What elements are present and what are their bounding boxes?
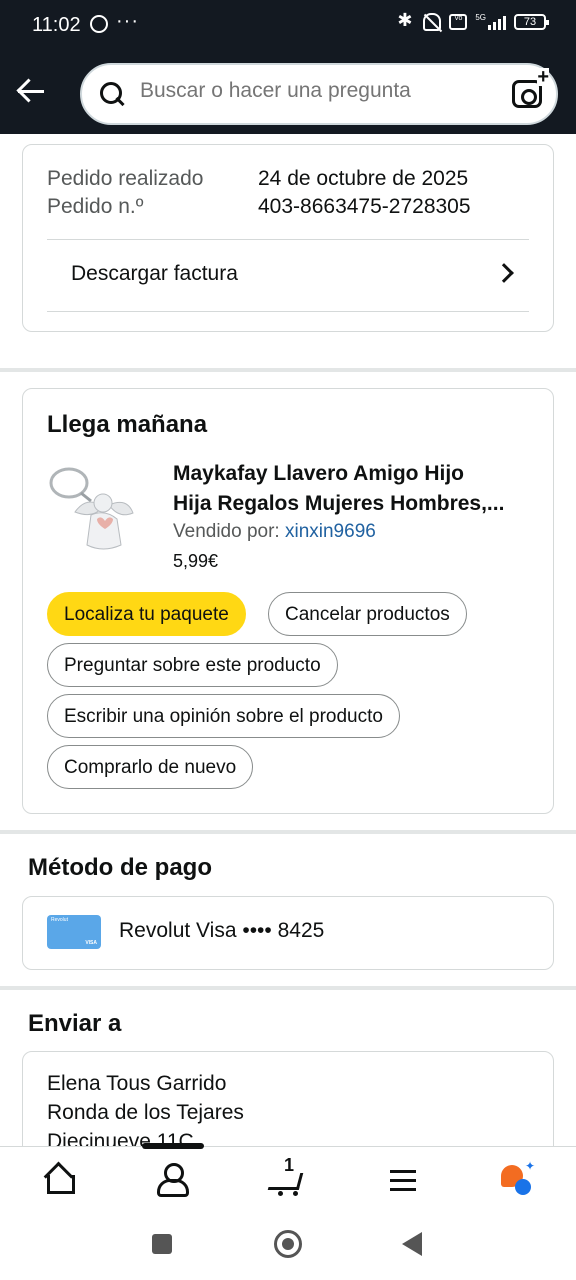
signal-icon: 5G [475, 14, 506, 30]
bottom-navigation: 1 ✦ [0, 1143, 576, 1210]
section-divider [0, 986, 576, 990]
order-number-value: 403-8663475-2728305 [258, 195, 471, 218]
volte-icon: Vo [449, 14, 468, 30]
status-time: 11:02 [32, 14, 81, 36]
write-review-button[interactable]: Escribir una opinión sobre el producto [47, 694, 400, 738]
product-title-line-1: Maykafay Llavero Amigo Hijo [173, 462, 464, 485]
network-type: 5G [475, 13, 486, 22]
seller-label: Vendido por: [173, 521, 280, 542]
delivery-title: Llega mañana [47, 411, 208, 438]
buy-again-button[interactable]: Comprarlo de nuevo [47, 745, 254, 789]
section-divider [0, 830, 576, 834]
order-placed-label: Pedido realizado [47, 167, 204, 190]
home-icon[interactable] [40, 1161, 80, 1201]
track-package-button[interactable]: Localiza tu paquete [47, 592, 246, 636]
payment-method-card: Revolut Visa •••• 8425 [22, 896, 554, 970]
section-divider [0, 368, 576, 372]
address-line: Ronda de los Tejares [47, 1101, 244, 1124]
shipping-title: Enviar a [28, 1010, 122, 1037]
cart-count: 1 [284, 1155, 295, 1175]
rufus-assistant-icon[interactable]: ✦ [497, 1159, 537, 1201]
system-home-icon[interactable] [274, 1230, 302, 1258]
product-image[interactable] [47, 457, 147, 557]
camera-search-icon[interactable] [512, 68, 549, 108]
sparkle-icon: ✦ [525, 1159, 536, 1173]
download-invoice-row[interactable]: Descargar factura [47, 241, 529, 311]
menu-icon[interactable] [384, 1161, 424, 1201]
payment-method-text: Revolut Visa •••• 8425 [119, 919, 325, 942]
product-price: 5,99€ [173, 551, 219, 571]
chevron-right-icon [494, 263, 514, 283]
recents-icon[interactable] [152, 1234, 172, 1254]
address-line: Elena Tous Garrido [47, 1072, 227, 1095]
download-invoice-label: Descargar factura [71, 262, 238, 285]
status-bar: 11:02 ··· Vo 5G 73 [0, 0, 576, 50]
search-icon [100, 82, 124, 106]
product-title-line-2: Hija Regalos Mujeres Hombres,... [173, 492, 505, 515]
system-navigation-bar [0, 1210, 576, 1280]
order-details: Pedido realizado 24 de octubre de 2025 P… [0, 134, 576, 1146]
revolut-card-icon [47, 915, 101, 949]
product-title[interactable]: Maykafay Llavero Amigo Hijo Hija Regalos… [173, 459, 533, 519]
ask-product-question-button[interactable]: Preguntar sobre este producto [47, 643, 338, 687]
battery-icon: 73 [514, 14, 549, 30]
payment-title: Método de pago [28, 854, 212, 881]
divider [47, 239, 529, 240]
divider [47, 311, 529, 312]
order-placed-date: 24 de octubre de 2025 [258, 167, 469, 190]
cart-wheels [276, 1191, 300, 1197]
profile-icon[interactable] [153, 1161, 193, 1201]
system-back-icon[interactable] [402, 1232, 422, 1256]
cancel-items-button[interactable]: Cancelar productos [268, 592, 467, 636]
search-input[interactable] [140, 79, 500, 103]
seller-link[interactable]: xinxin9696 [285, 521, 376, 542]
back-arrow-icon[interactable] [16, 76, 48, 106]
product-seller: Vendido por: xinxin9696 [173, 521, 376, 543]
shipping-address-card: Elena Tous Garrido Ronda de los Tejares … [22, 1051, 554, 1146]
search-bar[interactable] [80, 63, 558, 125]
delivery-card: Llega mañana Maykafay Llavero Amigo Hijo… [22, 388, 554, 814]
search-header [0, 50, 576, 134]
muted-bell-icon [423, 13, 442, 31]
bluetooth-icon [397, 10, 415, 31]
order-info-card: Pedido realizado 24 de octubre de 2025 P… [22, 144, 554, 332]
active-tab-indicator [142, 1143, 204, 1149]
order-number-label: Pedido n.º [47, 195, 144, 218]
whatsapp-icon [90, 15, 108, 33]
cart-icon[interactable]: 1 [266, 1155, 306, 1201]
more-notifications-icon: ··· [116, 10, 139, 32]
